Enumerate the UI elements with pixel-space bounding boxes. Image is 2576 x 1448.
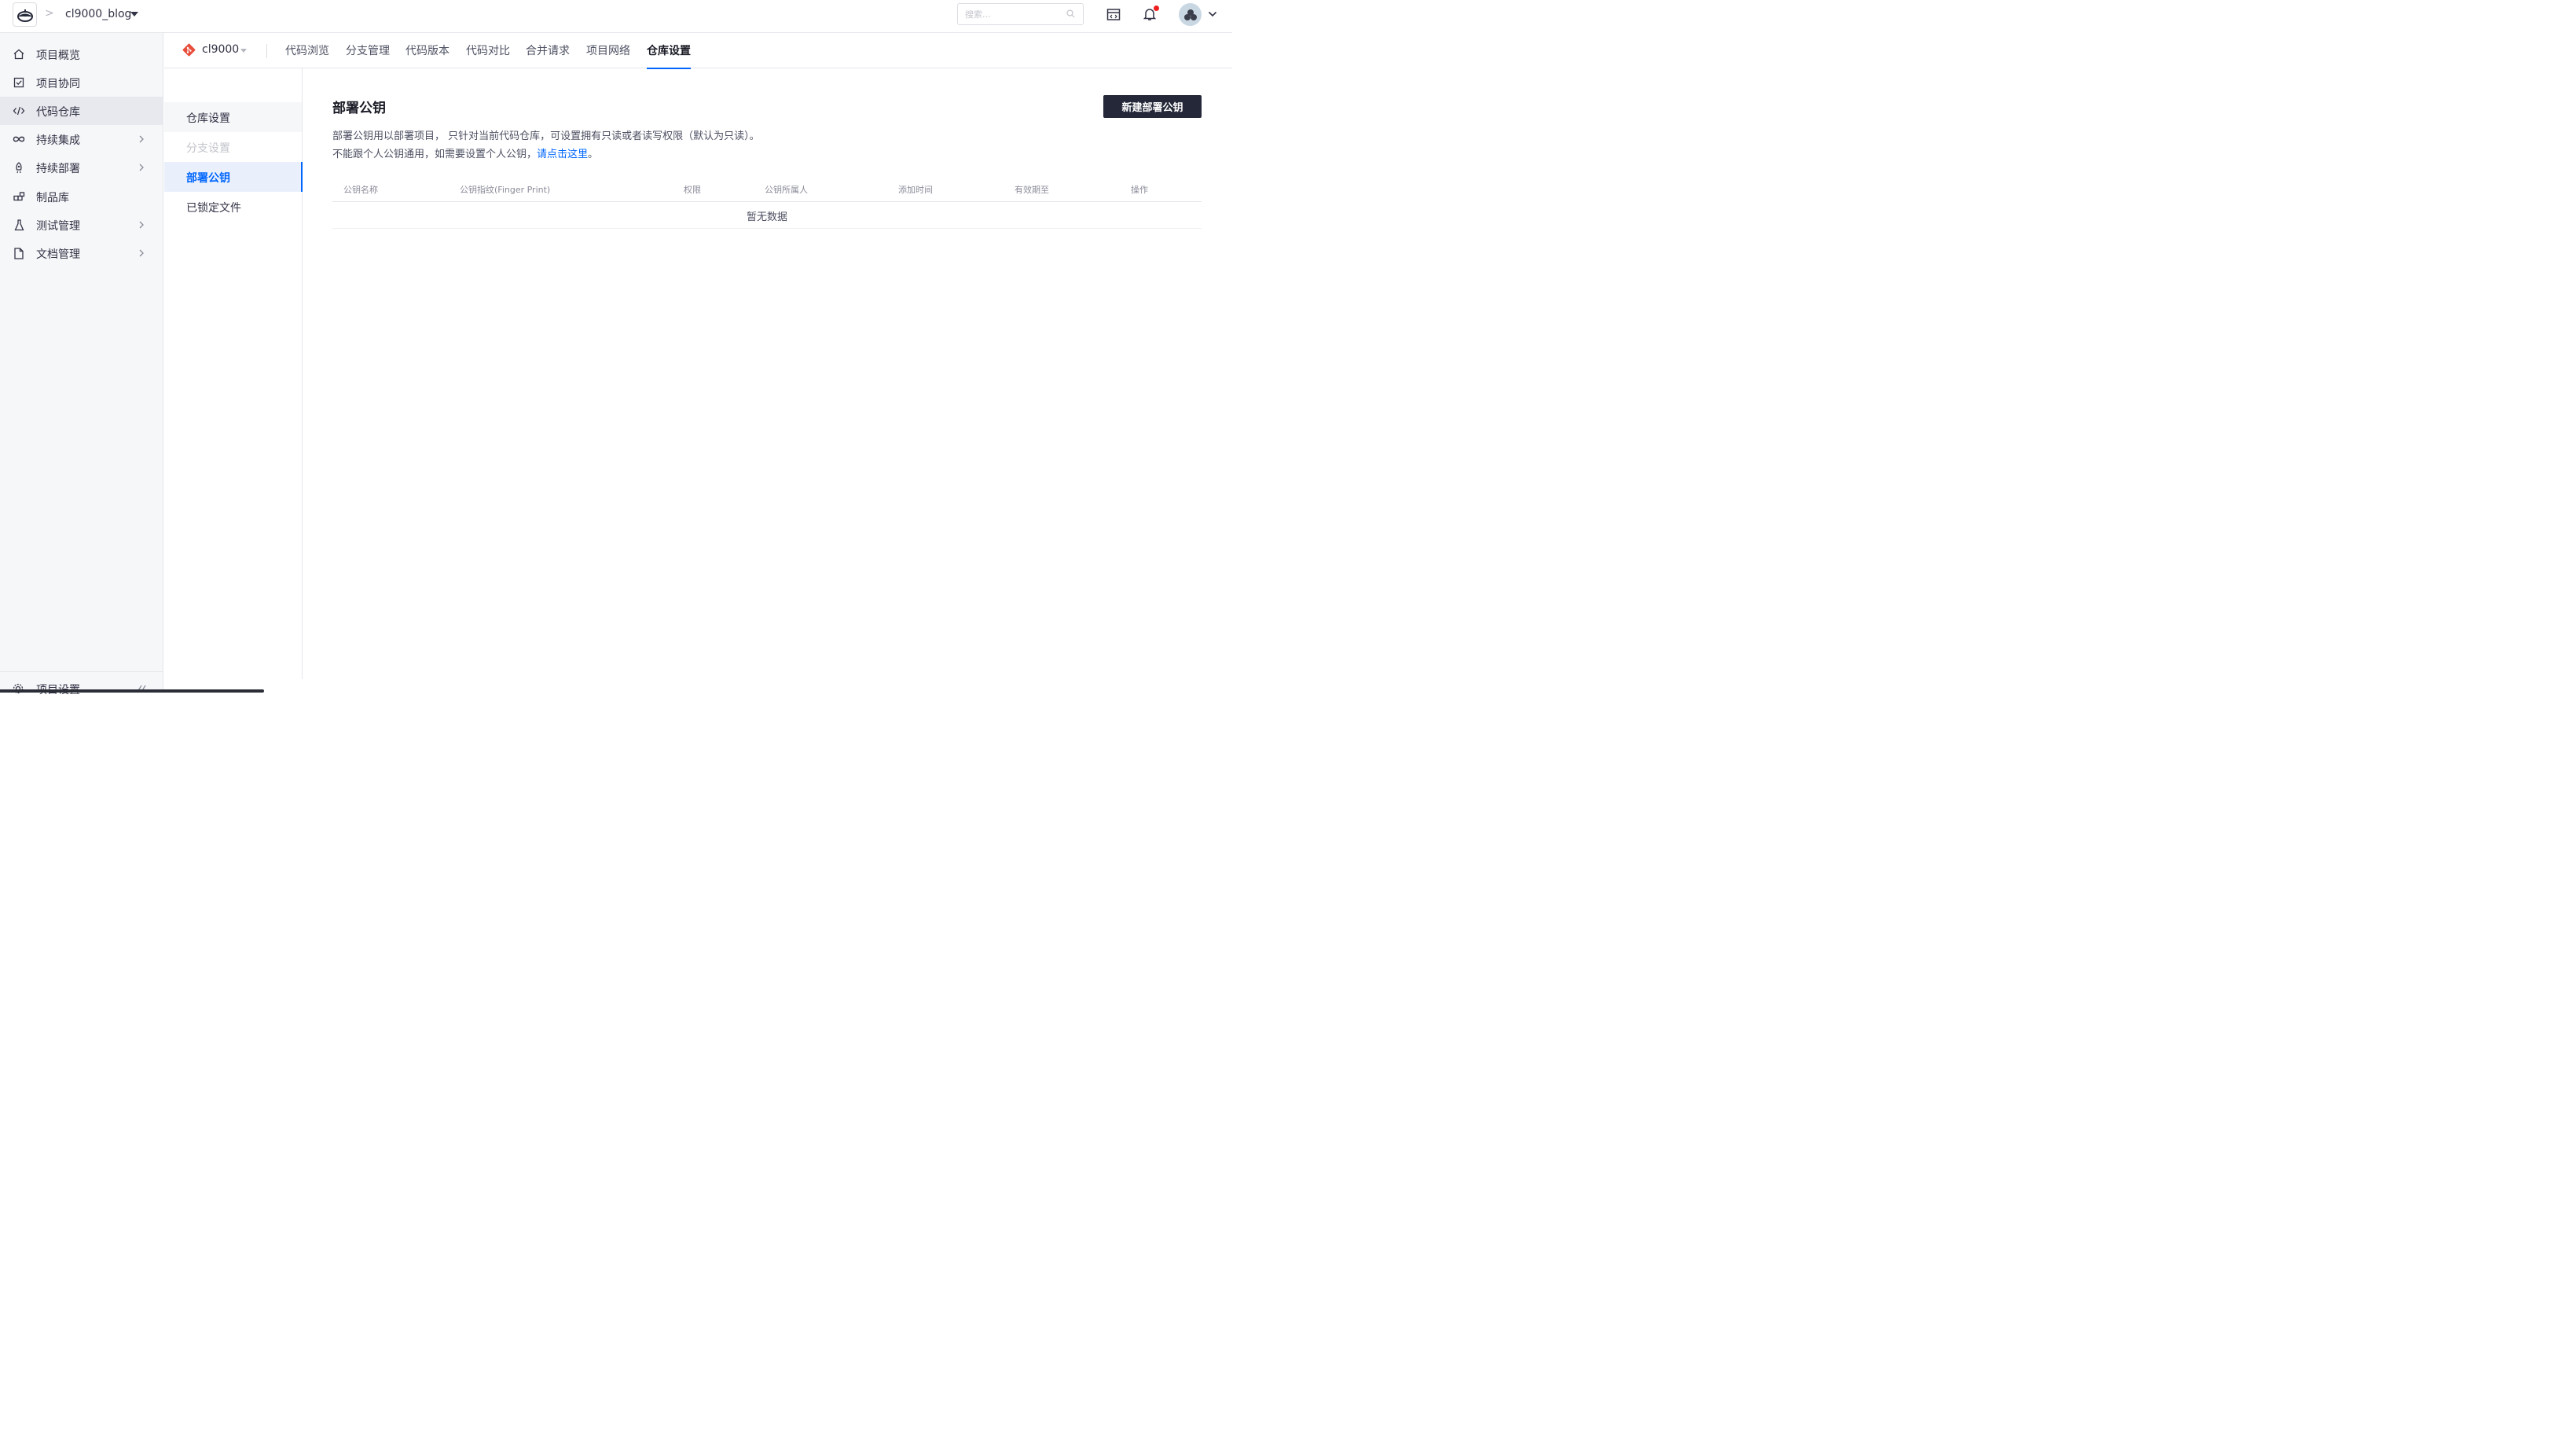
settings-menu-locked-files[interactable]: 已锁定文件: [164, 192, 302, 222]
settings-menu-label: 分支设置: [186, 142, 230, 155]
column-header-owner: 公钥所属人: [765, 185, 808, 195]
sidebar-item-artifacts[interactable]: 制品库: [0, 182, 163, 211]
artifact-icon: [13, 190, 25, 203]
caret-down-icon[interactable]: [240, 49, 247, 53]
rocket-icon: [13, 161, 25, 174]
sidebar-item-label: 项目概览: [36, 50, 80, 62]
column-header-permission: 权限: [684, 185, 701, 195]
schedule-icon: [1106, 8, 1121, 20]
repo-selector[interactable]: cl9000: [202, 43, 239, 56]
top-header: > cl9000_blog: [0, 0, 1232, 33]
new-deploy-key-button[interactable]: 新建部署公钥: [1103, 95, 1202, 118]
horizontal-scrollbar[interactable]: [0, 689, 264, 693]
tab-branches[interactable]: 分支管理: [346, 42, 390, 68]
sidebar-item-overview[interactable]: 项目概览: [0, 40, 163, 68]
column-header-expires: 有效期至: [1015, 185, 1049, 195]
tab-versions[interactable]: 代码版本: [405, 42, 450, 68]
sidebar-item-label: 持续部署: [36, 163, 80, 175]
main-content: 部署公钥 新建部署公钥 部署公钥用以部署项目， 只针对当前代码仓库，可设置拥有只…: [303, 68, 1232, 693]
caret-down-icon[interactable]: [130, 12, 138, 17]
chevron-down-icon[interactable]: [1208, 9, 1217, 19]
description-text: 。: [588, 149, 599, 160]
settings-menu-label: 部署公钥: [186, 172, 230, 185]
logo-icon: [17, 9, 33, 22]
settings-menu-label: 已锁定文件: [186, 202, 241, 215]
column-header-added-time: 添加时间: [898, 185, 933, 195]
repo-tab-bar: cl9000 代码浏览 分支管理 代码版本 代码对比 合并请求 项目网络 仓库设…: [164, 33, 1232, 69]
tab-merge-requests[interactable]: 合并请求: [526, 42, 570, 68]
description-line-1: 部署公钥用以部署项目， 只针对当前代码仓库，可设置拥有只读或者读写权限（默认为只…: [332, 130, 760, 142]
sidebar-item-testing[interactable]: 测试管理: [0, 211, 163, 239]
document-icon: [13, 247, 25, 259]
tab-code-browse[interactable]: 代码浏览: [285, 42, 329, 68]
tab-compare[interactable]: 代码对比: [466, 42, 510, 68]
notification-badge: [1154, 6, 1159, 11]
settings-menu-branch: 分支设置: [164, 132, 302, 162]
chevron-right-icon: [139, 221, 144, 229]
column-header-actions: 操作: [1131, 185, 1148, 195]
home-icon: [13, 48, 25, 61]
sidebar-item-label: 文档管理: [36, 248, 80, 261]
avatar-image-icon: [1183, 9, 1197, 20]
personal-key-link[interactable]: 请点击这里: [537, 149, 588, 160]
avatar[interactable]: [1179, 3, 1202, 26]
settings-menu: 仓库设置 分支设置 部署公钥 已锁定文件: [164, 68, 303, 679]
column-header-key-name: 公钥名称: [343, 185, 378, 195]
settings-menu-label: 仓库设置: [186, 112, 230, 125]
search-icon[interactable]: [1066, 9, 1075, 18]
code-icon: [13, 105, 25, 117]
sidebar-item-collaboration[interactable]: 项目协同: [0, 68, 163, 97]
table-empty-row: 暂无数据: [332, 202, 1202, 229]
description-text: 不能跟个人公钥通用，如需要设置个人公钥，: [332, 149, 538, 160]
schedule-button[interactable]: [1106, 6, 1121, 22]
column-header-fingerprint: 公钥指纹(Finger Print): [460, 185, 551, 195]
sidebar-item-code-repo[interactable]: 代码仓库: [0, 97, 163, 125]
description-line-2: 不能跟个人公钥通用，如需要设置个人公钥，请点击这里。: [332, 145, 598, 160]
sidebar-item-cd[interactable]: 持续部署: [0, 153, 163, 182]
deploy-keys-table: 公钥名称 公钥指纹(Finger Print) 权限 公钥所属人 添加时间 有效…: [332, 179, 1202, 229]
tab-repo-settings[interactable]: 仓库设置: [647, 42, 691, 69]
sidebar-item-label: 测试管理: [36, 220, 80, 233]
table-header: 公钥名称 公钥指纹(Finger Print) 权限 公钥所属人 添加时间 有效…: [332, 179, 1202, 202]
tab-network[interactable]: 项目网络: [586, 42, 630, 68]
page-title: 部署公钥: [332, 101, 386, 116]
checkbox-icon: [13, 76, 25, 89]
chevron-right-icon: [139, 135, 144, 143]
chevron-right-icon: [139, 249, 144, 257]
search-input[interactable]: [957, 3, 1084, 25]
sidebar-item-label: 持续集成: [36, 134, 80, 147]
sidebar-item-ci[interactable]: 持续集成: [0, 125, 163, 153]
sidebar: 项目概览 项目协同 代码仓库 持续集成 持续部署 制品库 测试管理 文档管理: [0, 33, 163, 696]
sidebar-item-label: 项目协同: [36, 78, 80, 90]
chevron-right-icon: [139, 164, 144, 171]
sidebar-item-label: 代码仓库: [36, 106, 80, 119]
git-repo-icon: [182, 43, 196, 57]
breadcrumb-separator: >: [45, 7, 54, 20]
sidebar-item-docs[interactable]: 文档管理: [0, 239, 163, 267]
empty-state-text: 暂无数据: [746, 211, 787, 223]
logo-button[interactable]: [13, 2, 37, 27]
infinity-icon: [13, 133, 25, 145]
sidebar-item-label: 制品库: [36, 192, 69, 204]
flask-icon: [13, 219, 25, 231]
divider: [266, 44, 267, 58]
project-name[interactable]: cl9000_blog: [65, 8, 131, 20]
settings-menu-repo[interactable]: 仓库设置: [164, 102, 302, 132]
settings-menu-deploy-keys[interactable]: 部署公钥: [164, 162, 303, 192]
